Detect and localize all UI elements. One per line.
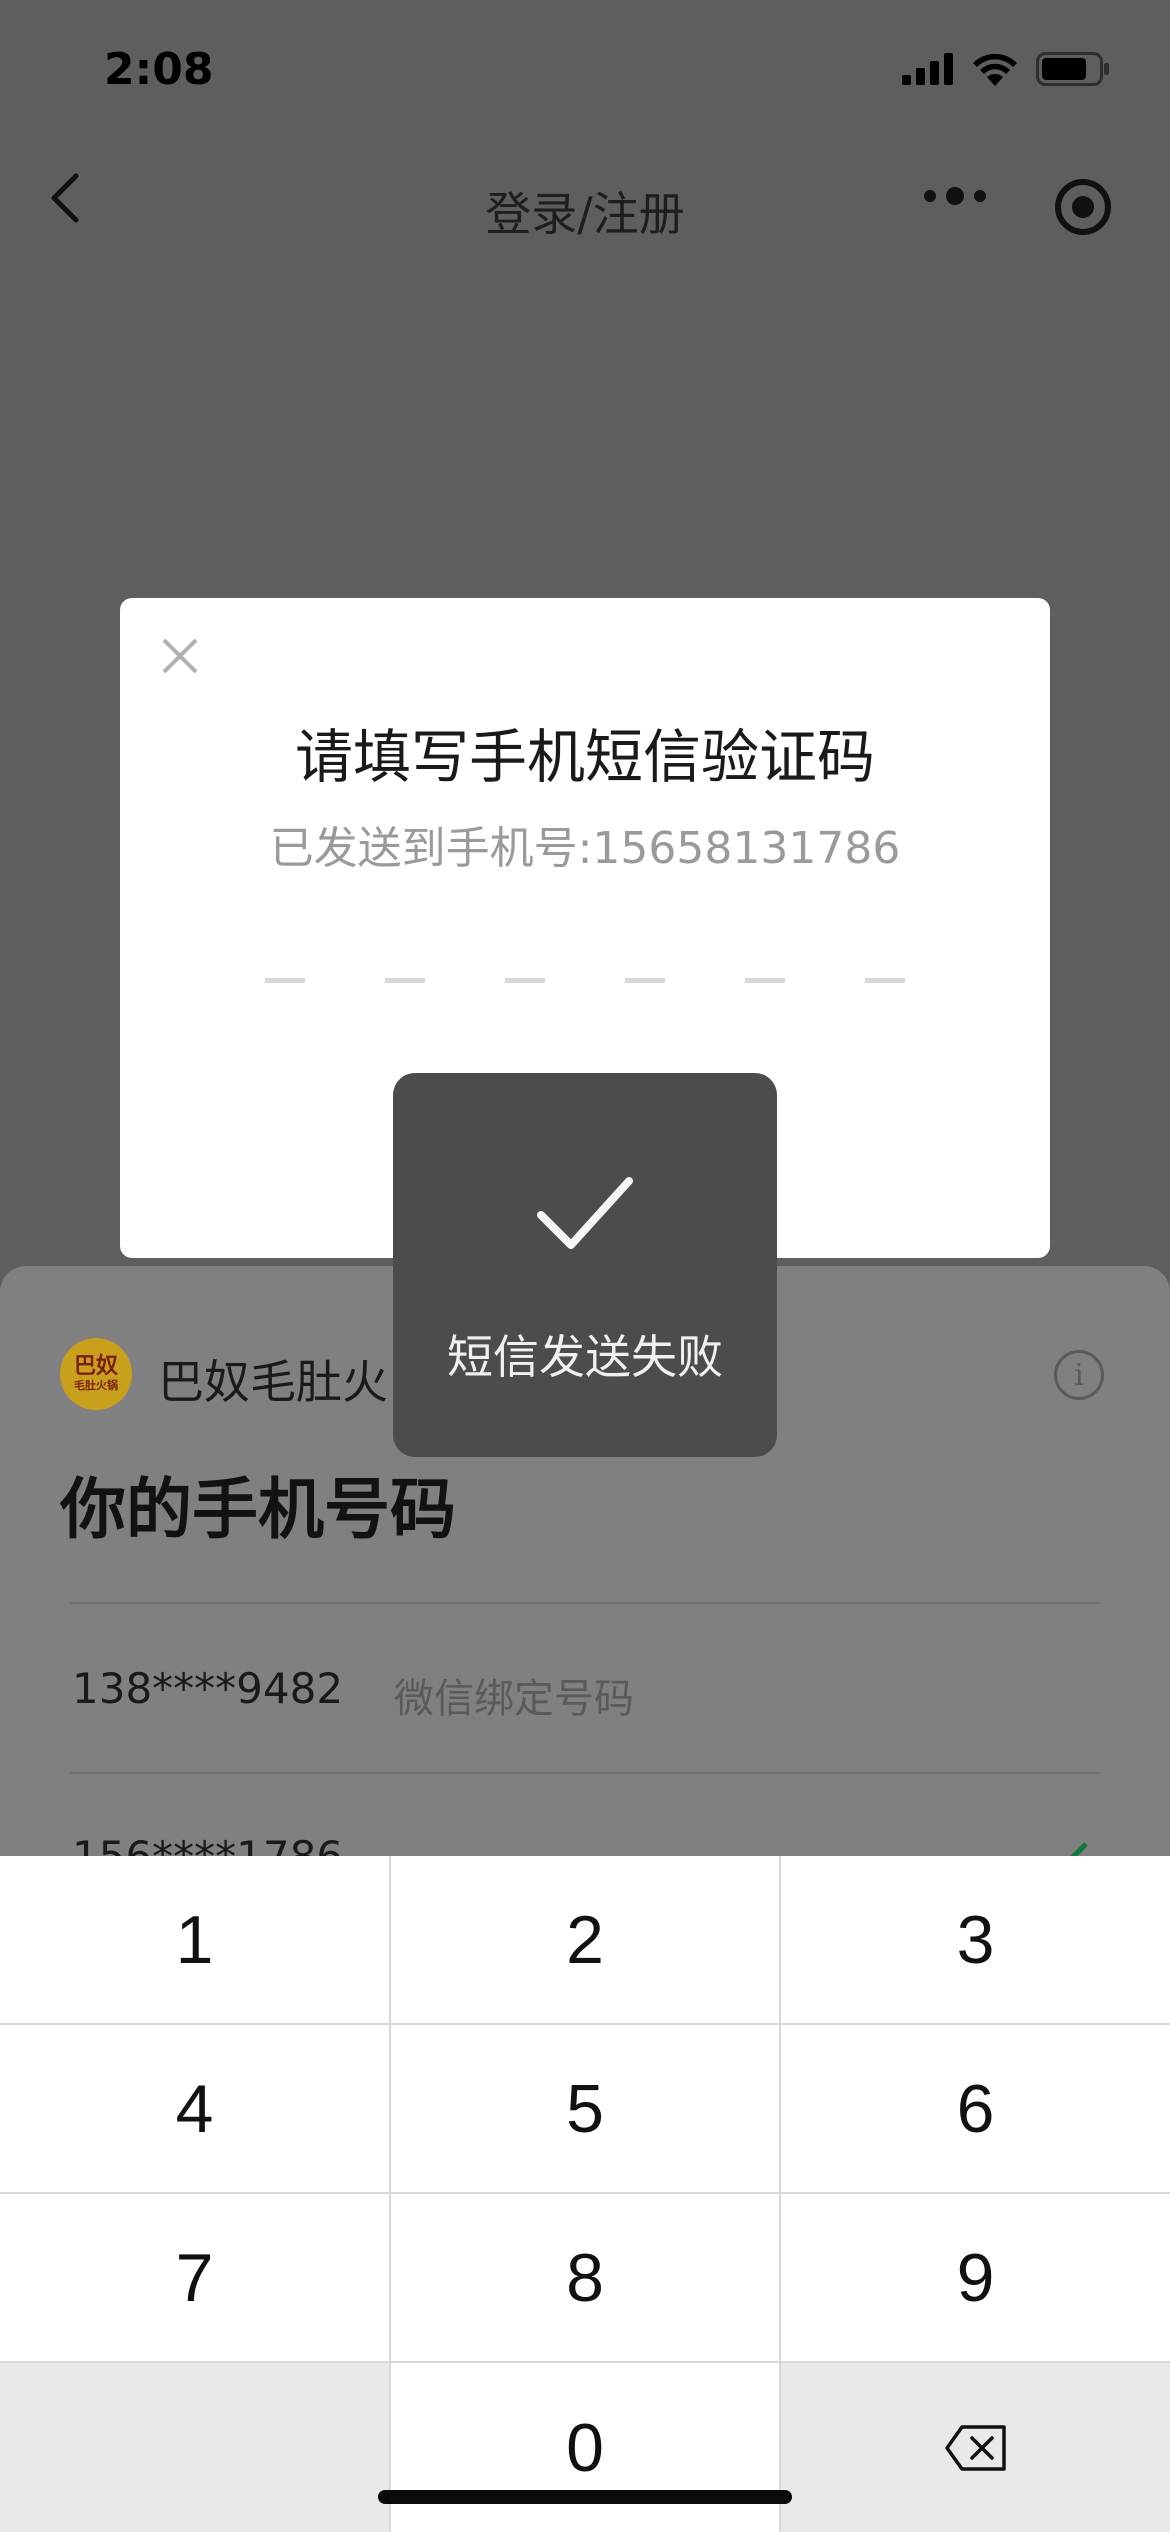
info-icon[interactable]: i [1054,1350,1104,1400]
key-8[interactable]: 8 [391,2194,779,2361]
target-icon[interactable] [1052,176,1114,238]
key-2[interactable]: 2 [391,1856,779,2023]
key-0[interactable]: 0 [391,2363,779,2532]
key-blank [0,2363,389,2532]
home-indicator[interactable] [378,2490,792,2504]
dialog-subtitle: 已发送到手机号:15658131786 [269,823,901,874]
code-slot [505,978,545,983]
phone-option-number[interactable]: 138****9482 [72,1664,343,1713]
brand-name: 巴奴毛肚火 [158,1355,388,1409]
code-slot [625,978,665,983]
page-title: 登录/注册 [485,187,685,241]
numeric-keypad: 1 2 3 4 5 6 7 8 9 0 [0,1856,1170,2532]
key-6[interactable]: 6 [781,2025,1170,2192]
status-bar: 2:08 [0,0,1170,140]
signal-icon [902,53,953,85]
code-slot [265,978,305,983]
dialog-title: 请填写手机短信验证码 [294,723,875,791]
key-7[interactable]: 7 [0,2194,389,2361]
key-1[interactable]: 1 [0,1856,389,2023]
checkmark-icon [537,1177,633,1249]
key-4[interactable]: 4 [0,2025,389,2192]
toast: 短信发送失败 [393,1073,777,1457]
sheet-heading: 你的手机号码 [60,1471,456,1548]
phone-option-note: 微信绑定号码 [394,1676,634,1722]
code-input[interactable] [265,978,905,998]
nav-bar: 登录/注册 [0,140,1170,270]
more-icon[interactable] [920,176,990,216]
status-icons [902,52,1110,86]
brand-logo: 巴奴 毛肚火锅 [60,1338,132,1410]
logo-text-top: 巴奴 [73,1354,118,1379]
code-slot [385,978,425,983]
code-slot [745,978,785,983]
status-time: 2:08 [104,44,214,95]
key-3[interactable]: 3 [781,1856,1170,2023]
code-slot [865,978,905,983]
logo-text-bottom: 毛肚火锅 [73,1379,118,1392]
divider [70,1772,1100,1774]
wifi-icon [973,53,1017,86]
divider [70,1602,1100,1604]
delete-icon [944,2424,1006,2471]
key-5[interactable]: 5 [391,2025,779,2192]
key-delete[interactable] [781,2363,1170,2532]
key-9[interactable]: 9 [781,2194,1170,2361]
close-icon[interactable] [160,636,200,676]
toast-text: 短信发送失败 [447,1330,723,1384]
battery-icon [1036,52,1109,86]
